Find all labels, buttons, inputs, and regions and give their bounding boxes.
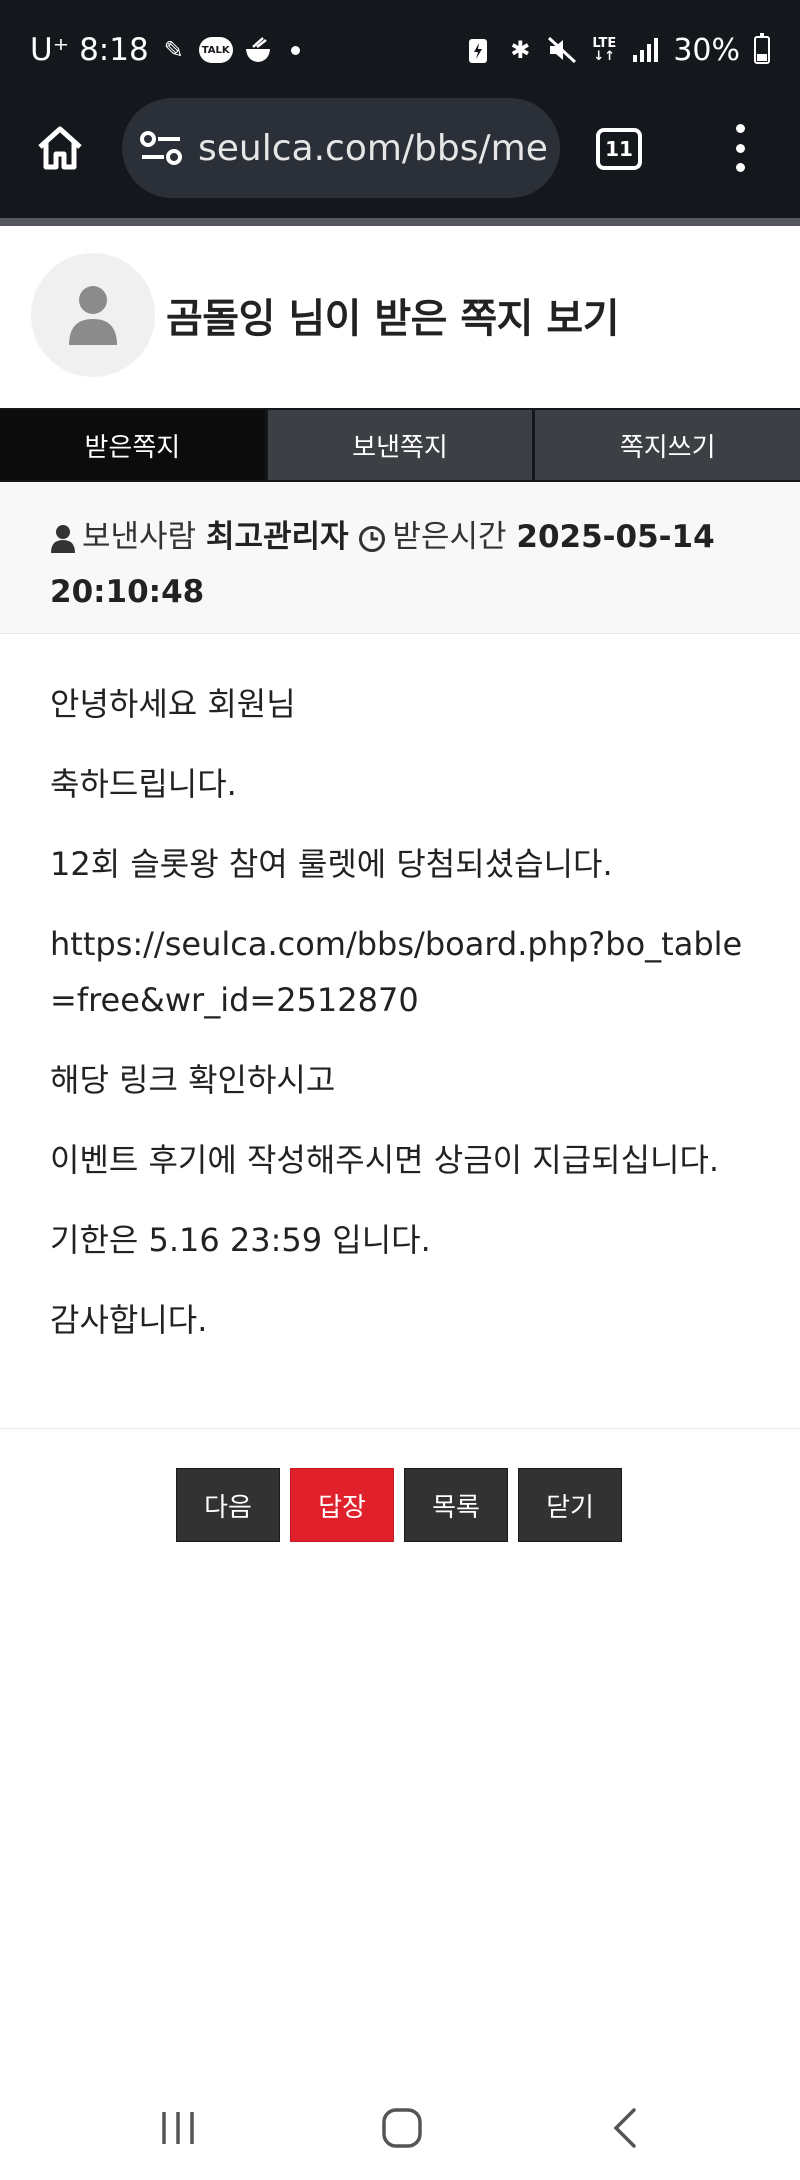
clock-icon	[359, 525, 386, 552]
carrier-label: U⁺	[30, 32, 70, 68]
recent-apps-button[interactable]	[148, 2098, 208, 2158]
message-line: 안녕하세요 회원님	[50, 685, 296, 723]
message-line: 이벤트 후기에 작성해주시면 상금이 지급되십니다.	[50, 1141, 720, 1179]
message-line: 축하드립니다.	[50, 765, 237, 803]
list-button[interactable]: 목록	[404, 1468, 508, 1542]
status-bar: U⁺ 8:18 ✎ TALK ✱ LTE ↓↑ 30%	[0, 0, 800, 98]
clock: 8:18	[79, 32, 149, 68]
more-notifications-dot	[290, 45, 300, 55]
tab-received[interactable]: 받은쪽지	[0, 410, 265, 480]
back-button[interactable]	[596, 2098, 656, 2158]
url-text[interactable]: seulca.com/bbs/memo_view.php	[198, 128, 548, 169]
back-chevron-icon	[613, 2108, 636, 2148]
tab-sent[interactable]: 보낸쪽지	[264, 410, 533, 480]
message-link[interactable]: https://seulca.com/bbs/board.php?bo_tabl…	[50, 916, 760, 1028]
message-line: 12회 슬롯왕 참여 룰렛에 당첨되셨습니다.	[50, 845, 613, 883]
memo-tabs: 받은쪽지 보낸쪽지 쪽지쓰기	[0, 408, 800, 482]
system-navigation-bar	[0, 2070, 800, 2180]
mute-icon	[547, 34, 577, 66]
sender-label: 보낸사람	[82, 519, 197, 555]
home-nav-button[interactable]	[372, 2098, 432, 2158]
battery-icon	[754, 33, 770, 64]
menu-dot-icon	[735, 163, 745, 172]
browser-menu-button[interactable]	[720, 118, 760, 178]
tab-write[interactable]: 쪽지쓰기	[532, 410, 800, 480]
status-left: U⁺ 8:18 ✎ TALK	[30, 28, 300, 72]
pencil-notification-icon: ✎	[163, 36, 184, 64]
memo-meta: 보낸사람 최고관리자 받은시간 2025-05-14 20:10:48	[0, 482, 800, 634]
kakaotalk-notification-icon: TALK	[198, 37, 233, 63]
menu-dot-icon	[735, 124, 745, 133]
lte-arrows-icon: ↓↑	[593, 49, 616, 64]
status-right: ✱ LTE ↓↑ 30%	[463, 28, 770, 72]
memo-content: 안녕하세요 회원님 축하드립니다. 12회 슬롯왕 참여 룰렛에 당첨되셨습니다…	[50, 676, 760, 1372]
page-header: 곰돌잉 님이 받은 쪽지 보기	[0, 226, 800, 408]
message-line: 감사합니다.	[50, 1301, 208, 1339]
browser-toolbar: seulca.com/bbs/memo_view.php 11	[0, 98, 800, 220]
home-button[interactable]	[32, 120, 88, 176]
site-settings-icon[interactable]	[138, 128, 184, 168]
user-silhouette-icon	[69, 286, 117, 345]
message-line: 기한은 5.16 23:59 입니다.	[50, 1221, 431, 1259]
toolbar-divider	[0, 218, 800, 226]
reply-button[interactable]: 답장	[290, 1468, 394, 1542]
menu-dot-icon	[735, 143, 745, 153]
signal-icon	[631, 34, 661, 66]
next-button[interactable]: 다음	[176, 1468, 280, 1542]
content-divider	[0, 1428, 800, 1429]
recent-apps-icon	[162, 2112, 194, 2144]
tab-switcher-button[interactable]: 11	[596, 128, 642, 170]
home-icon	[38, 126, 82, 170]
message-line: 해당 링크 확인하시고	[50, 1061, 336, 1099]
memo-actions: 다음 답장 목록 닫기	[176, 1468, 622, 1542]
battery-percent: 30%	[673, 32, 740, 68]
address-bar[interactable]: seulca.com/bbs/memo_view.php	[122, 98, 560, 198]
lte-icon: LTE ↓↑	[589, 34, 619, 66]
user-icon	[51, 524, 75, 553]
bluetooth-icon: ✱	[510, 36, 531, 64]
home-square-icon	[382, 2108, 422, 2148]
avatar	[31, 253, 155, 377]
page-title: 곰돌잉 님이 받은 쪽지 보기	[166, 296, 620, 342]
received-time-label: 받은시간	[392, 519, 507, 555]
close-button[interactable]: 닫기	[518, 1468, 622, 1542]
battery-saver-icon	[463, 34, 493, 66]
sender-name: 최고관리자	[205, 519, 349, 555]
bowl-notification-icon	[243, 34, 273, 66]
